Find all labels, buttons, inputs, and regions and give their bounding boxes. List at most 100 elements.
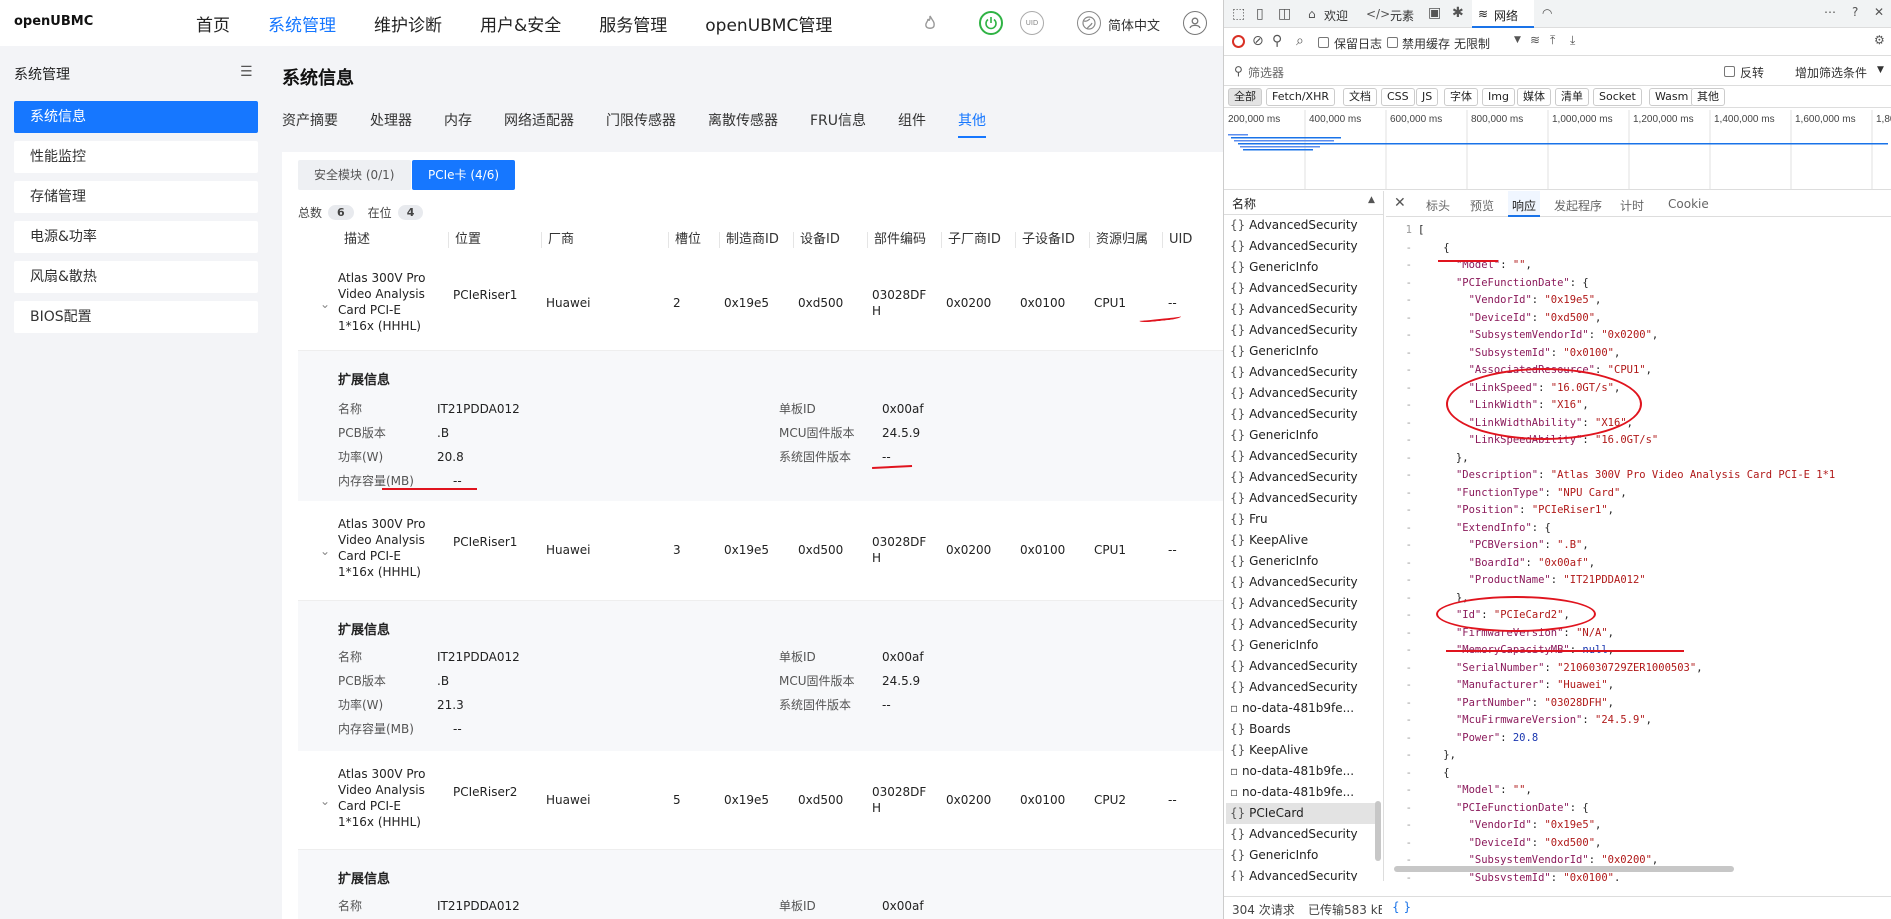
sidebar-item-storage[interactable]: 存储管理	[14, 181, 258, 213]
filter-chip[interactable]: 媒体	[1517, 88, 1551, 106]
request-item[interactable]: {} AdvancedSecurity	[1230, 446, 1380, 467]
network-conditions-icon[interactable]: ≋	[1530, 33, 1540, 47]
request-item[interactable]: {} AdvancedSecurity	[1230, 299, 1380, 320]
request-item[interactable]: {} AdvancedSecurity	[1230, 614, 1380, 635]
expand-chevron-icon[interactable]: ⌄	[320, 793, 330, 809]
preserve-log-checkbox[interactable]	[1318, 37, 1329, 48]
tab-network-active[interactable]: ≋ 网络	[1472, 0, 1534, 28]
request-item[interactable]: {} GenericInfo	[1230, 341, 1380, 362]
request-item[interactable]: {} AdvancedSecurity	[1230, 383, 1380, 404]
inspect-icon[interactable]: ⬚	[1232, 6, 1245, 22]
request-item[interactable]: {} KeepAlive	[1230, 740, 1380, 761]
request-item[interactable]: ▫ no-data-481b9fe...	[1230, 761, 1380, 782]
request-item[interactable]: {} AdvancedSecurity	[1230, 215, 1380, 236]
sidebar-item-bios[interactable]: BIOS配置	[14, 301, 258, 333]
request-item[interactable]: {} GenericInfo	[1230, 425, 1380, 446]
filter-chip[interactable]: Img	[1482, 88, 1515, 106]
request-item[interactable]: {} AdvancedSecurity	[1230, 362, 1380, 383]
clear-icon[interactable]: ⊘	[1252, 33, 1264, 49]
power-icon[interactable]	[979, 11, 1003, 35]
filter-chip[interactable]: Wasm	[1649, 88, 1695, 106]
help-icon[interactable]: ?	[1852, 5, 1858, 19]
uid-icon[interactable]: UID	[1020, 11, 1044, 35]
detail-tab-initiator[interactable]: 发起程序	[1554, 197, 1602, 214]
sidebar-item-power[interactable]: 电源&功率	[14, 221, 258, 253]
performance-icon[interactable]: ◠	[1542, 6, 1552, 20]
request-item[interactable]: {} AdvancedSecurity	[1230, 488, 1380, 509]
filter-input[interactable]: 筛选器	[1248, 64, 1284, 81]
request-item[interactable]: {} GenericInfo	[1230, 845, 1380, 866]
device-toggle-icon[interactable]: ▯	[1256, 6, 1264, 22]
detail-tab-preview[interactable]: 预览	[1470, 197, 1494, 214]
request-item[interactable]: {} AdvancedSecurity	[1230, 236, 1380, 257]
expand-chevron-icon[interactable]: ⌄	[320, 543, 330, 559]
filter-funnel-icon[interactable]: ⚲	[1272, 33, 1282, 49]
subtab-security-module[interactable]: 安全模块 (0/1)	[298, 160, 411, 190]
request-item[interactable]: {} GenericInfo	[1230, 551, 1380, 572]
tab-component[interactable]: 组件	[898, 110, 926, 138]
detail-tab-headers[interactable]: 标头	[1426, 197, 1450, 214]
filter-chip[interactable]: 其他	[1691, 88, 1725, 106]
disable-cache-checkbox[interactable]	[1387, 37, 1398, 48]
sidebar-item-performance[interactable]: 性能监控	[14, 141, 258, 173]
close-devtools-icon[interactable]: ✕	[1874, 5, 1884, 19]
filter-chip[interactable]: 清单	[1555, 88, 1589, 106]
filter-chip[interactable]: CSS	[1381, 88, 1415, 106]
filter-chip[interactable]: 字体	[1444, 88, 1478, 106]
request-item[interactable]: {} AdvancedSecurity	[1230, 677, 1380, 698]
request-item[interactable]: {} AdvancedSecurity	[1230, 593, 1380, 614]
table-row[interactable]: ⌄ Atlas 300V Pro Video Analysis Card PCI…	[298, 751, 1223, 850]
request-item[interactable]: ▫ no-data-481b9fe...	[1230, 698, 1380, 719]
tab-discrete-sensor[interactable]: 离散传感器	[708, 110, 778, 138]
detail-tab-cookie[interactable]: Cookie	[1668, 197, 1709, 211]
request-item[interactable]: {} KeepAlive	[1230, 530, 1380, 551]
bug-icon[interactable]: ✱	[1452, 5, 1464, 21]
globe-icon[interactable]	[1077, 11, 1101, 35]
filter-chip[interactable]: JS	[1416, 88, 1439, 106]
record-icon[interactable]	[1232, 35, 1245, 48]
name-column-header[interactable]: 名称	[1232, 195, 1256, 212]
request-item[interactable]: {} GenericInfo	[1230, 257, 1380, 278]
request-item[interactable]: {} AdvancedSecurity	[1230, 467, 1380, 488]
expand-chevron-icon[interactable]: ⌄	[320, 296, 330, 312]
upload-icon[interactable]: ⤒	[1550, 33, 1555, 48]
tab-welcome[interactable]: 欢迎	[1324, 7, 1348, 24]
request-item[interactable]: {} AdvancedSecurity	[1230, 404, 1380, 425]
request-item[interactable]: {} Boards	[1230, 719, 1380, 740]
language-select[interactable]: 简体中文	[1108, 15, 1160, 34]
horizontal-scrollbar[interactable]	[1394, 866, 1734, 872]
more-icon[interactable]: ⋯	[1824, 5, 1836, 19]
tab-fru[interactable]: FRU信息	[810, 110, 866, 138]
filter-chip[interactable]: Fetch/XHR	[1266, 88, 1335, 106]
close-detail-icon[interactable]: ✕	[1394, 195, 1406, 211]
flame-icon[interactable]	[918, 11, 942, 35]
tab-network-adapter[interactable]: 网络适配器	[504, 110, 574, 138]
sidebar-item-system-info[interactable]: 系统信息	[14, 101, 258, 133]
tab-threshold-sensor[interactable]: 门限传感器	[606, 110, 676, 138]
request-item[interactable]: {} AdvancedSecurity	[1230, 866, 1380, 881]
list-scrollbar[interactable]	[1375, 801, 1381, 861]
sidebar-toggle-icon[interactable]: ◫	[1278, 6, 1291, 22]
nav-service[interactable]: 服务管理	[599, 11, 667, 36]
request-item[interactable]: {} Fru	[1230, 509, 1380, 530]
throttle-select[interactable]: 无限制	[1454, 35, 1490, 52]
user-avatar-icon[interactable]	[1183, 11, 1207, 35]
pretty-print-button[interactable]: { }	[1392, 900, 1411, 914]
console-icon[interactable]: ▣	[1428, 5, 1441, 21]
tab-processor[interactable]: 处理器	[370, 110, 412, 138]
nav-user-security[interactable]: 用户&安全	[480, 11, 561, 36]
tab-memory[interactable]: 内存	[444, 110, 472, 138]
sidebar-item-fan[interactable]: 风扇&散热	[14, 261, 258, 293]
table-row[interactable]: ⌄ Atlas 300V Pro Video Analysis Card PCI…	[298, 501, 1223, 601]
tab-other[interactable]: 其他	[958, 110, 987, 138]
timeline-overview[interactable]: 200,000 ms 400,000 ms 600,000 ms 800,000 ms…	[1224, 108, 1891, 190]
filter-chip[interactable]: 文档	[1343, 88, 1377, 106]
request-item[interactable]: {} AdvancedSecurity	[1230, 824, 1380, 845]
collapse-menu-icon[interactable]: ☰	[240, 64, 253, 80]
nav-openubmc[interactable]: openUBMC管理	[705, 11, 832, 36]
request-item[interactable]: {} PCIeCard	[1226, 803, 1376, 824]
nav-maintenance[interactable]: 维护诊断	[374, 11, 442, 36]
invert-checkbox[interactable]	[1724, 66, 1735, 77]
request-item[interactable]: {} AdvancedSecurity	[1230, 320, 1380, 341]
filter-chip[interactable]: 全部	[1228, 88, 1262, 106]
